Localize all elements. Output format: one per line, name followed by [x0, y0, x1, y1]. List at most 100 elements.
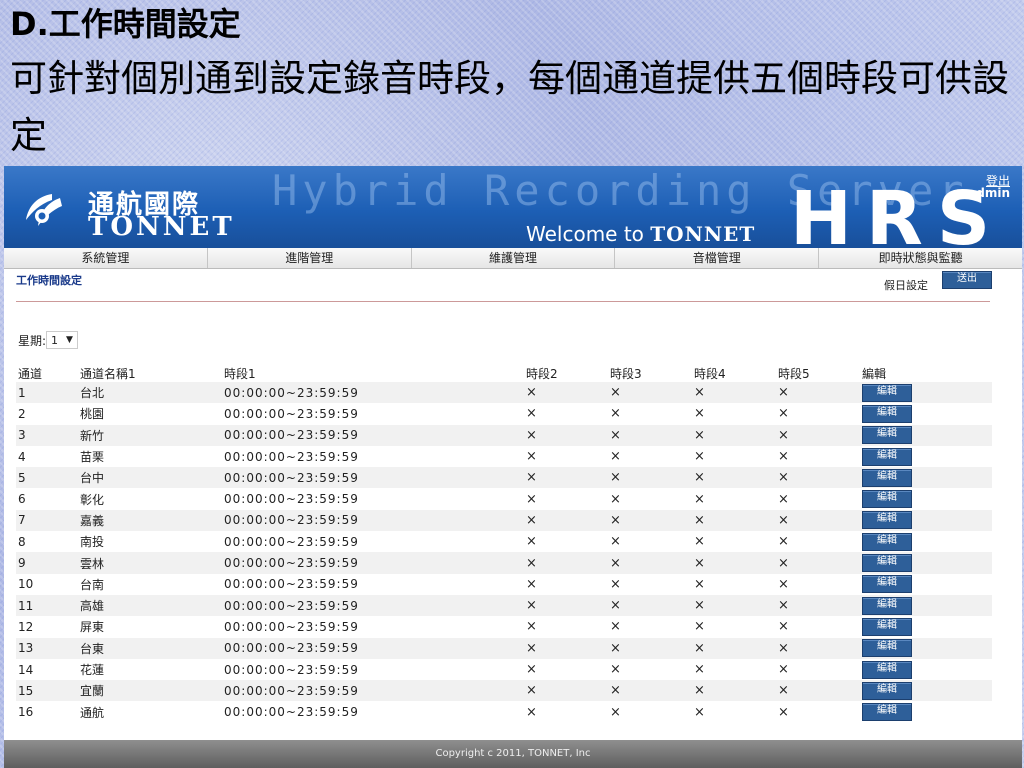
table-row: 9 雲林 00:00:00~23:59:59 × × × × 編輯 — [16, 552, 992, 574]
time-slot-4: × — [692, 531, 776, 553]
table-row: 16 通航 00:00:00~23:59:59 × × × × 編輯 — [16, 701, 992, 723]
time-slot-1: 00:00:00~23:59:59 — [222, 573, 524, 595]
time-slot-3: × — [608, 488, 692, 510]
time-slot-4: × — [692, 382, 776, 404]
edit-button[interactable]: 編輯 — [862, 660, 912, 679]
time-slot-2: × — [524, 509, 608, 532]
time-slot-1: 00:00:00~23:59:59 — [222, 637, 524, 659]
table-row: 6 彰化 00:00:00~23:59:59 × × × × 編輯 — [16, 488, 992, 510]
channel-number: 11 — [16, 594, 78, 617]
time-slot-2: × — [524, 552, 608, 574]
edit-button[interactable]: 編輯 — [862, 617, 912, 636]
chevron-down-icon: ▼ — [66, 335, 73, 345]
channel-number: 6 — [16, 488, 78, 510]
time-slot-2: × — [524, 382, 608, 404]
edit-button[interactable]: 編輯 — [862, 447, 912, 466]
time-slot-2: × — [524, 594, 608, 617]
page-title: 工作時間設定 — [16, 274, 82, 287]
time-slot-1: 00:00:00~23:59:59 — [222, 445, 524, 468]
time-slot-3: × — [608, 509, 692, 532]
welcome-text: Welcome to TONNET — [526, 222, 755, 246]
weekday-value: 1 — [51, 333, 59, 347]
time-slot-5: × — [776, 488, 860, 510]
channel-name: 新竹 — [78, 424, 222, 446]
footer-copyright: Copyright c 2011, TONNET, Inc — [4, 740, 1022, 768]
time-slot-2: × — [524, 403, 608, 425]
edit-button[interactable]: 編輯 — [862, 511, 912, 530]
time-slot-4: × — [692, 680, 776, 702]
edit-cell: 編輯 — [860, 445, 992, 468]
edit-cell: 編輯 — [860, 658, 992, 681]
time-slot-2: × — [524, 680, 608, 702]
edit-cell: 編輯 — [860, 509, 992, 532]
channel-number: 13 — [16, 637, 78, 659]
edit-button[interactable]: 編輯 — [862, 532, 912, 551]
time-slot-5: × — [776, 509, 860, 532]
edit-cell: 編輯 — [860, 382, 992, 404]
channel-number: 12 — [16, 616, 78, 638]
channel-name: 高雄 — [78, 594, 222, 617]
channel-name: 通航 — [78, 701, 222, 723]
nav-item-maintenance[interactable]: 維護管理 — [412, 248, 616, 268]
nav-item-system[interactable]: 系統管理 — [4, 248, 208, 268]
edit-cell: 編輯 — [860, 531, 992, 553]
time-slot-3: × — [608, 382, 692, 404]
edit-cell: 編輯 — [860, 467, 992, 489]
work-schedule-table: 通道 通道名稱1 時段1 時段2 時段3 時段4 時段5 編輯 1 台北 00:00… — [16, 364, 992, 723]
channel-number: 5 — [16, 467, 78, 489]
time-slot-4: × — [692, 552, 776, 574]
nav-item-audio-files[interactable]: 音檔管理 — [615, 248, 820, 268]
time-slot-1: 00:00:00~23:59:59 — [222, 403, 524, 425]
column-header-edit: 編輯 — [862, 366, 887, 381]
weekday-label: 星期: — [18, 333, 47, 348]
column-header-channel: 通道 — [18, 366, 43, 381]
table-row: 2 桃園 00:00:00~23:59:59 × × × × 編輯 — [16, 403, 992, 425]
time-slot-4: × — [692, 445, 776, 468]
channel-name: 彰化 — [78, 488, 222, 510]
edit-button[interactable]: 編輯 — [862, 383, 912, 402]
tonnet-logo-icon — [26, 194, 62, 226]
edit-button[interactable]: 編輯 — [862, 703, 912, 722]
edit-cell: 編輯 — [860, 552, 992, 574]
nav-item-advanced[interactable]: 進階管理 — [208, 248, 412, 268]
column-header-slot-3: 時段3 — [610, 366, 642, 381]
slide-description: 可針對個別通到設定錄音時段，每個通道提供五個時段可供設定 — [10, 57, 1009, 157]
edit-button[interactable]: 編輯 — [862, 404, 912, 423]
channel-number: 15 — [16, 680, 78, 702]
channel-number: 10 — [16, 573, 78, 595]
edit-cell: 編輯 — [860, 594, 992, 617]
time-slot-5: × — [776, 403, 860, 425]
edit-cell: 編輯 — [860, 573, 992, 595]
edit-button[interactable]: 編輯 — [862, 575, 912, 594]
weekday-select[interactable]: 1 ▼ — [46, 331, 78, 349]
time-slot-3: × — [608, 594, 692, 617]
time-slot-1: 00:00:00~23:59:59 — [222, 382, 524, 404]
time-slot-5: × — [776, 445, 860, 468]
main-nav: 系統管理 進階管理 維護管理 音檔管理 即時狀態與監聽 — [4, 248, 1022, 269]
table-row: 11 高雄 00:00:00~23:59:59 × × × × 編輯 — [16, 594, 992, 617]
nav-item-live-monitor[interactable]: 即時狀態與監聽 — [819, 248, 1022, 268]
time-slot-1: 00:00:00~23:59:59 — [222, 467, 524, 489]
username: admin — [968, 186, 1010, 200]
logo-english-text: TONNET — [88, 212, 235, 242]
channel-number: 4 — [16, 445, 78, 468]
edit-button[interactable]: 編輯 — [862, 554, 912, 573]
edit-button[interactable]: 編輯 — [862, 596, 912, 615]
channel-name: 宜蘭 — [78, 680, 222, 702]
time-slot-1: 00:00:00~23:59:59 — [222, 616, 524, 638]
holiday-submit-button[interactable]: 送出 — [942, 271, 992, 289]
time-slot-3: × — [608, 616, 692, 638]
channel-number: 3 — [16, 424, 78, 446]
table-row: 4 苗栗 00:00:00~23:59:59 × × × × 編輯 — [16, 445, 992, 468]
time-slot-1: 00:00:00~23:59:59 — [222, 701, 524, 723]
edit-button[interactable]: 編輯 — [862, 426, 912, 445]
edit-button[interactable]: 編輯 — [862, 639, 912, 658]
edit-button[interactable]: 編輯 — [862, 681, 912, 700]
welcome-prefix: Welcome to — [526, 222, 651, 246]
time-slot-3: × — [608, 424, 692, 446]
time-slot-5: × — [776, 594, 860, 617]
edit-button[interactable]: 編輯 — [862, 468, 912, 487]
time-slot-1: 00:00:00~23:59:59 — [222, 488, 524, 510]
channel-number: 16 — [16, 701, 78, 723]
edit-button[interactable]: 編輯 — [862, 490, 912, 509]
